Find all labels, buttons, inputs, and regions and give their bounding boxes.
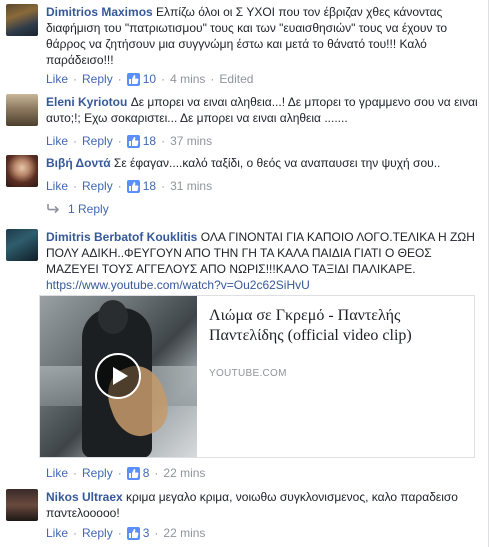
reply-button[interactable]: Reply bbox=[82, 526, 113, 540]
like-count[interactable]: 8 bbox=[143, 466, 150, 480]
comment-link[interactable]: https://www.youtube.com/watch?v=Ou2c62Si… bbox=[46, 278, 310, 292]
separator: · bbox=[73, 526, 78, 540]
separator: · bbox=[73, 466, 78, 480]
comment-author[interactable]: Nikos Ultraex bbox=[46, 490, 123, 504]
reply-button[interactable]: Reply bbox=[82, 179, 113, 193]
comment: Βιβή Δοντά Σε έφαγαν....καλό ταξίδι, ο θ… bbox=[6, 155, 484, 195]
comment-author[interactable]: Dimitrios Maximos bbox=[46, 5, 153, 19]
comment: Dimitrios Maximos Ελπίζω όλοι οι Σ ΥΧΟΙ … bbox=[6, 4, 484, 92]
like-icon bbox=[126, 72, 140, 86]
comment-body: Nikos Ultraex κριμα μεγαλο κριμα, νοιωθω… bbox=[46, 489, 484, 521]
like-button[interactable]: Like bbox=[46, 526, 68, 540]
separator: · bbox=[154, 526, 159, 540]
timestamp[interactable]: 31 mins bbox=[170, 179, 212, 193]
comments-panel: Dimitrios Maximos Ελπίζω όλοι οι Σ ΥΧΟΙ … bbox=[0, 0, 489, 547]
comment: Nikos Ultraex κριμα μεγαλο κριμα, νοιωθω… bbox=[6, 489, 484, 545]
reply-button[interactable]: Reply bbox=[82, 134, 113, 148]
separator: · bbox=[73, 179, 78, 193]
avatar[interactable] bbox=[6, 94, 38, 126]
like-icon bbox=[126, 134, 140, 148]
avatar[interactable] bbox=[6, 4, 38, 36]
reply-button[interactable]: Reply bbox=[82, 466, 113, 480]
edited-label[interactable]: Edited bbox=[219, 72, 253, 86]
comment-author[interactable]: Eleni Kyriotou bbox=[46, 95, 127, 109]
separator: · bbox=[117, 526, 122, 540]
avatar[interactable] bbox=[6, 155, 38, 187]
like-icon bbox=[126, 466, 140, 480]
like-count[interactable]: 18 bbox=[143, 179, 156, 193]
like-button[interactable]: Like bbox=[46, 134, 68, 148]
comment-author[interactable]: Dimitris Berbatof Kouklitis bbox=[46, 230, 197, 244]
video-thumbnail[interactable] bbox=[40, 296, 197, 457]
reply-button[interactable]: Reply bbox=[82, 72, 113, 86]
separator: · bbox=[117, 466, 122, 480]
separator: · bbox=[161, 179, 166, 193]
comment-body: Βιβή Δοντά Σε έφαγαν....καλό ταξίδι, ο θ… bbox=[46, 155, 484, 171]
like-count[interactable]: 10 bbox=[143, 72, 156, 86]
timestamp[interactable]: 4 mins bbox=[170, 72, 205, 86]
separator: · bbox=[117, 179, 122, 193]
comment-body: Eleni Kyriotou Δε μπορει να ειναι αληθει… bbox=[46, 94, 484, 126]
like-button[interactable]: Like bbox=[46, 179, 68, 193]
like-count[interactable]: 18 bbox=[143, 134, 156, 148]
avatar[interactable] bbox=[6, 229, 38, 261]
separator: · bbox=[161, 72, 166, 86]
separator: · bbox=[154, 466, 159, 480]
thumbnail-head bbox=[98, 300, 128, 334]
comment-actions: Like · Reply · 10 · 4 mins · Edited bbox=[46, 72, 253, 86]
reply-arrow-icon bbox=[46, 202, 60, 216]
comment-text: Σε έφαγαν....καλό ταξίδι, ο θεός να αναπ… bbox=[113, 156, 441, 170]
comment-actions: Like · Reply · 18 · 37 mins bbox=[46, 134, 212, 148]
like-button[interactable]: Like bbox=[46, 466, 68, 480]
avatar[interactable] bbox=[6, 489, 38, 521]
separator: · bbox=[117, 72, 122, 86]
like-icon bbox=[126, 526, 140, 540]
like-count[interactable]: 3 bbox=[143, 526, 150, 540]
view-replies-label[interactable]: 1 Reply bbox=[68, 202, 109, 216]
video-link-card[interactable]: Λιώμα σε Γκρεμό - Παντελής Παντελίδης (o… bbox=[39, 295, 475, 458]
comment-body: Dimitris Berbatof Kouklitis ΟΛΑ ΓΙΝΟΝΤΑΙ… bbox=[46, 229, 484, 293]
comment-actions: Like · Reply · 3 · 22 mins bbox=[46, 526, 205, 540]
timestamp[interactable]: 37 mins bbox=[170, 134, 212, 148]
separator: · bbox=[73, 72, 78, 86]
comment-author[interactable]: Βιβή Δοντά bbox=[46, 156, 111, 170]
timestamp[interactable]: 22 mins bbox=[163, 466, 205, 480]
video-title[interactable]: Λιώμα σε Γκρεμό - Παντελής Παντελίδης (o… bbox=[209, 306, 469, 346]
comment-body: Dimitrios Maximos Ελπίζω όλοι οι Σ ΥΧΟΙ … bbox=[46, 4, 484, 68]
timestamp[interactable]: 22 mins bbox=[163, 526, 205, 540]
like-button[interactable]: Like bbox=[46, 72, 68, 86]
comment: Eleni Kyriotou Δε μπορει να ειναι αληθει… bbox=[6, 94, 484, 150]
play-button-icon[interactable] bbox=[95, 353, 141, 399]
video-domain: YOUTUBE.COM bbox=[209, 368, 287, 379]
separator: · bbox=[210, 72, 215, 86]
comment-actions: Like · Reply · 18 · 31 mins bbox=[46, 179, 212, 193]
view-replies-link[interactable]: 1 Reply bbox=[46, 202, 109, 216]
separator: · bbox=[161, 134, 166, 148]
separator: · bbox=[73, 134, 78, 148]
like-icon bbox=[126, 179, 140, 193]
comment-actions: Like · Reply · 8 · 22 mins bbox=[46, 466, 205, 480]
separator: · bbox=[117, 134, 122, 148]
